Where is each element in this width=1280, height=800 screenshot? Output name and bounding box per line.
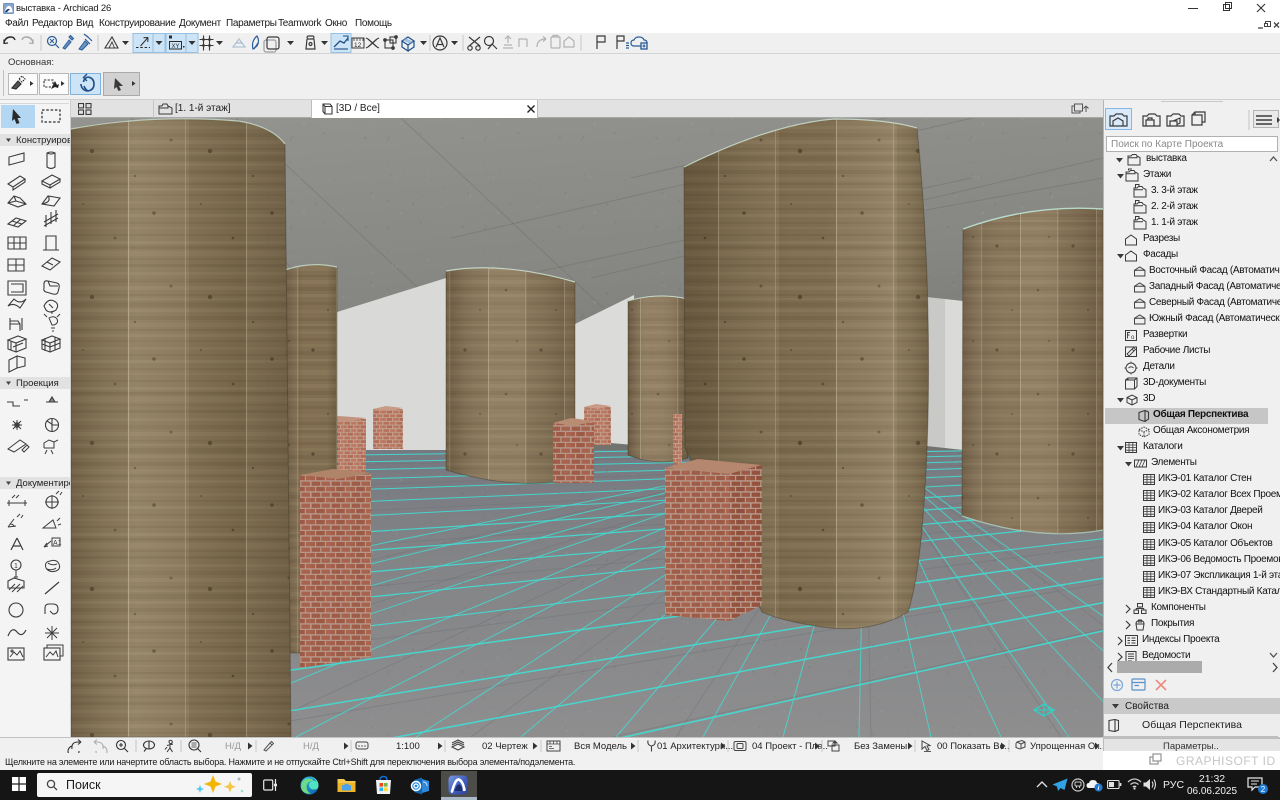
svg-text:02 Чертеж: 02 Чертеж: [482, 741, 528, 752]
svg-text:i: i: [1098, 785, 1100, 792]
svg-text:A1: A1: [53, 540, 62, 547]
svg-text:XY: XY: [172, 44, 180, 50]
svg-text:Конструирова: Конструирова: [16, 135, 70, 146]
svg-text:12: 12: [354, 42, 362, 49]
svg-text:Проекция: Проекция: [16, 378, 59, 389]
svg-text:Без Замены: Без Замены: [854, 741, 907, 752]
svg-text:Документиров: Документиров: [16, 478, 70, 489]
svg-text:Упрощенная Ок..: Упрощенная Ок..: [1030, 741, 1105, 752]
svg-text:00 Показать Вс..: 00 Показать Вс..: [937, 741, 1010, 752]
svg-text:Н/Д: Н/Д: [225, 741, 242, 752]
svg-text:Вся Модель: Вся Модель: [574, 741, 627, 752]
svg-text:Н/Д: Н/Д: [303, 741, 320, 752]
svg-text:2: 2: [1261, 785, 1266, 794]
svg-text:1:100: 1:100: [396, 741, 420, 752]
svg-text:1: 1: [14, 563, 18, 570]
